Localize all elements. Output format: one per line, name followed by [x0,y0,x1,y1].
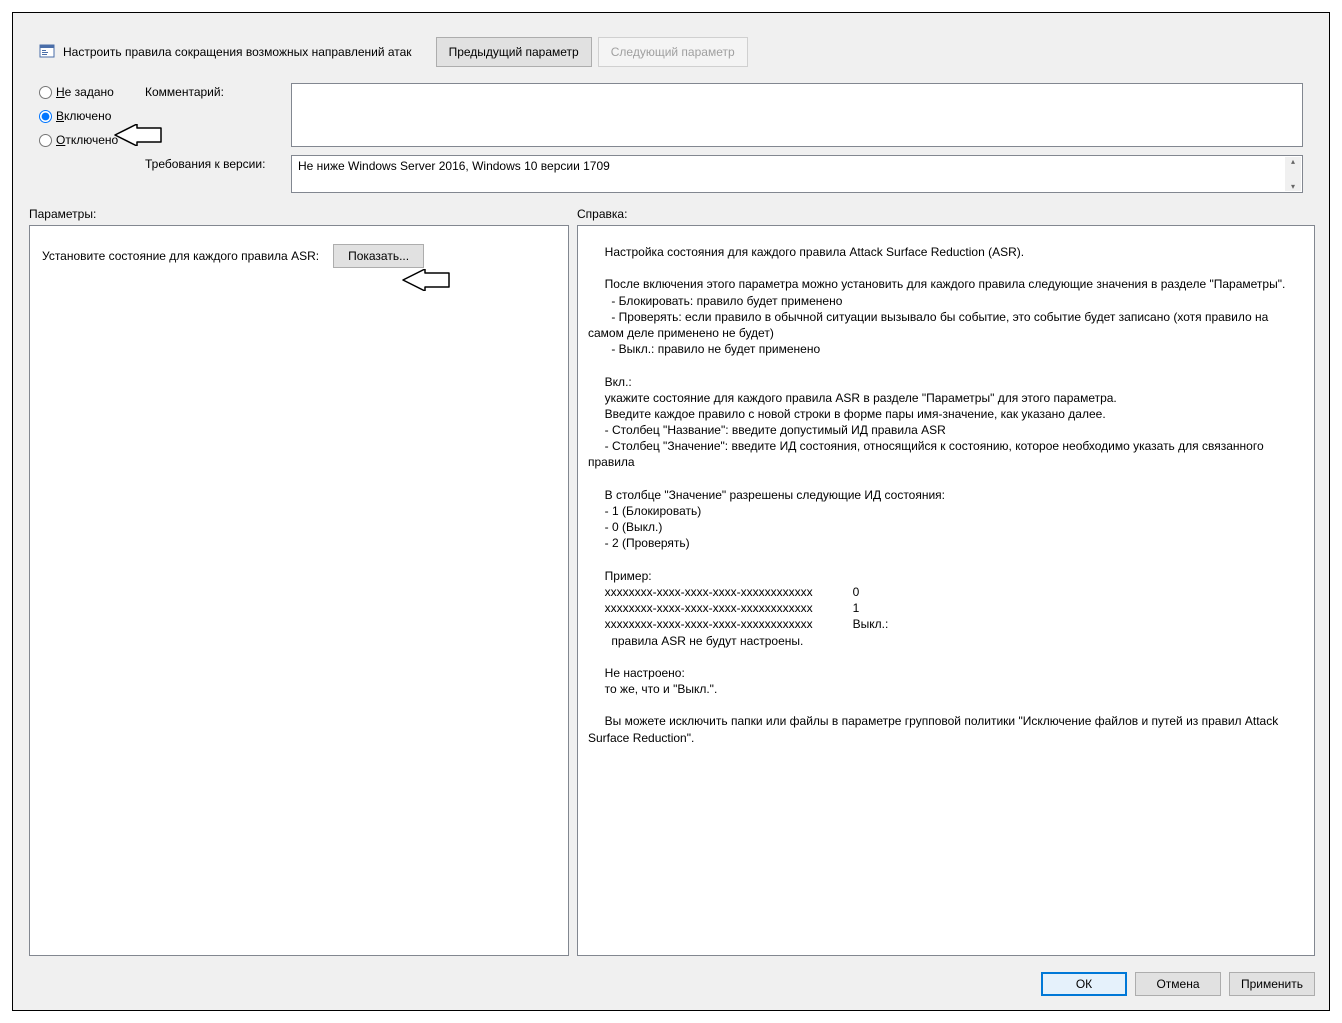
options-section-label: Параметры: [29,207,577,221]
cancel-button[interactable]: Отмена [1135,972,1221,996]
requirements-label: Требования к версии: [145,155,285,171]
state-radios: Не задано Включено Отключено [39,85,139,147]
dialog-window: Настроить правила сокращения возможных н… [12,12,1330,1011]
radio-enabled-input[interactable] [39,110,52,123]
radio-not-configured[interactable]: Не задано [39,85,139,99]
dialog-title: Настроить правила сокращения возможных н… [63,45,412,59]
options-pane: Установите состояние для каждого правила… [29,225,569,956]
radio-disabled[interactable]: Отключено [39,133,139,147]
asr-state-row: Установите состояние для каждого правила… [42,244,556,268]
requirements-scrollbar[interactable]: ▴▾ [1285,157,1301,191]
section-labels: Параметры: Справка: [13,193,1329,225]
comment-input[interactable] [291,83,1303,147]
radio-not-configured-label: е задано [65,85,114,99]
radio-enabled[interactable]: Включено [39,109,139,123]
asr-state-label: Установите состояние для каждого правила… [42,249,319,263]
radio-disabled-label: тключено [65,133,118,147]
show-button[interactable]: Показать... [333,244,424,268]
help-text[interactable]: Настройка состояния для каждого правила … [578,226,1314,955]
policy-icon [39,43,55,59]
dialog-header: Настроить правила сокращения возможных н… [13,13,1329,77]
dialog-footer: ОК Отмена Применить [13,964,1329,1010]
radio-not-configured-input[interactable] [39,86,52,99]
radio-enabled-label: ключено [64,109,111,123]
apply-button[interactable]: Применить [1229,972,1315,996]
requirements-value-box: Не ниже Windows Server 2016, Windows 10 … [291,155,1303,193]
state-comment-grid: Не задано Включено Отключено Комментарий… [13,77,1329,147]
requirements-value: Не ниже Windows Server 2016, Windows 10 … [298,159,610,173]
prev-setting-button[interactable]: Предыдущий параметр [436,37,592,67]
requirements-row: Требования к версии: Не ниже Windows Ser… [13,147,1329,193]
help-pane: Настройка состояния для каждого правила … [577,225,1315,956]
next-setting-button: Следующий параметр [598,37,748,67]
help-section-label: Справка: [577,207,1303,221]
ok-button[interactable]: ОК [1041,972,1127,996]
main-panes: Установите состояние для каждого правила… [29,225,1315,956]
comment-label: Комментарий: [145,83,285,147]
radio-disabled-input[interactable] [39,134,52,147]
